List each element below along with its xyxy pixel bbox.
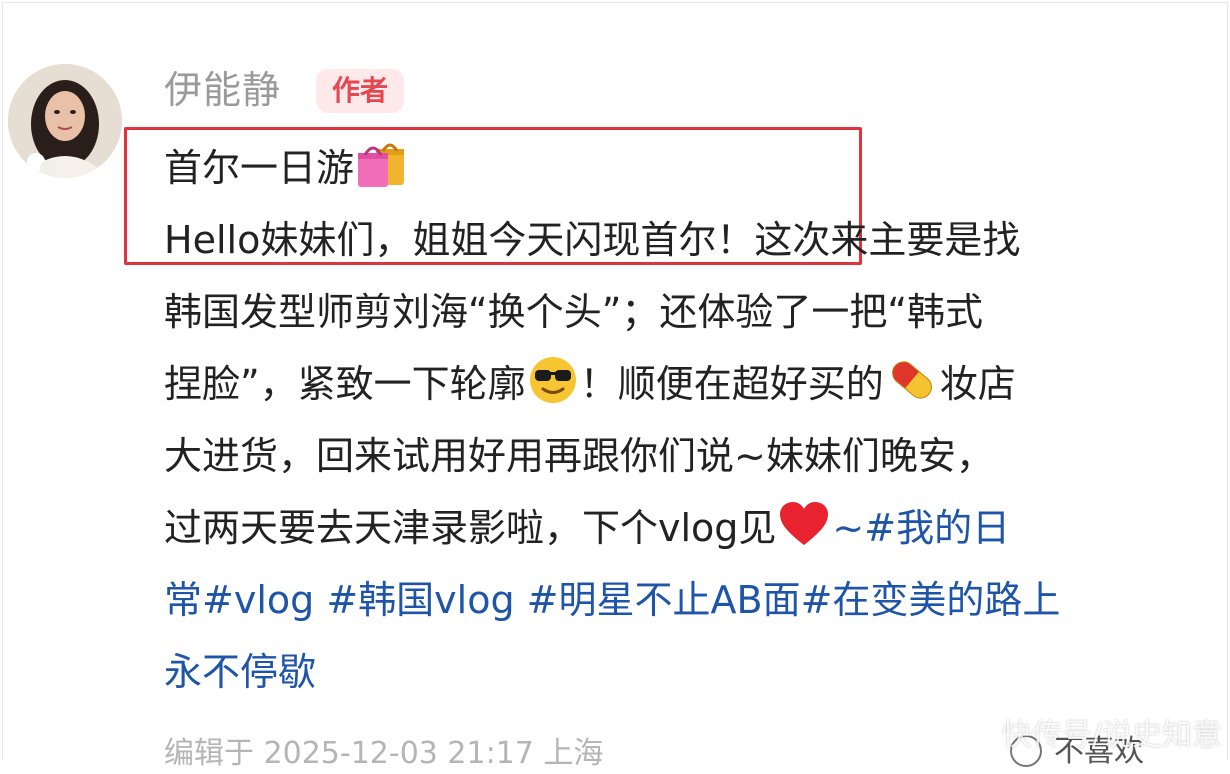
post-line-4-part2: ！顺便在超好买的 xyxy=(579,362,884,406)
shopping-bags-icon xyxy=(356,137,410,212)
post-line-2: Hello妹妹们，姐姐今天闪现首尔！这次来主要是找 xyxy=(164,218,1021,262)
post-title: 首尔一日游 xyxy=(164,146,355,190)
red-heart-emoji-icon xyxy=(778,500,830,572)
author-avatar[interactable] xyxy=(8,64,122,178)
post-body: 首尔一日游 Hello妹妹们，姐姐今天闪现首尔！这次来主要是找 韩国发型师剪刘海… xyxy=(164,132,1204,708)
hashtag-line[interactable]: 常#vlog #韩国vlog #明星不止AB面#在变美的路上 xyxy=(164,564,1204,636)
post-line-4-part1: 捏脸”，紧致一下轮廓 xyxy=(164,362,526,406)
post-line-4-part3: 妆店 xyxy=(939,362,1016,406)
hashtag-line-end[interactable]: 永不停歇 xyxy=(164,636,1204,708)
post-line-3: 韩国发型师剪刘海“换个头”；还体验了一把“韩式 xyxy=(164,290,984,334)
hashtag-wo-de-ri[interactable]: ~#我的日 xyxy=(832,506,1010,550)
edit-timestamp: 编辑于 2025-12-03 21:17 上海 xyxy=(164,736,604,771)
post-line-6-part1: 过两天要去天津录影啦，下个vlog见 xyxy=(164,506,777,550)
post-title-line: 首尔一日游 xyxy=(164,132,1204,204)
author-badge: 作者 xyxy=(316,69,405,113)
pill-emoji-icon xyxy=(886,355,938,428)
post-line-5: 大进货，回来试用好用再跟你们说~妹妹们晚安， xyxy=(164,434,994,478)
post-line-4: 捏脸”，紧致一下轮廓 ！顺便在超好买的 妆店 xyxy=(164,348,1204,420)
avatar-photo xyxy=(8,64,122,178)
author-name[interactable]: 伊能静 xyxy=(164,64,281,116)
watermark: 快传号/说史知意 xyxy=(1001,718,1222,753)
post-line-6: 过两天要去天津录影啦，下个vlog见 ~#我的日 xyxy=(164,492,1204,564)
sunglasses-emoji-icon xyxy=(528,355,578,428)
